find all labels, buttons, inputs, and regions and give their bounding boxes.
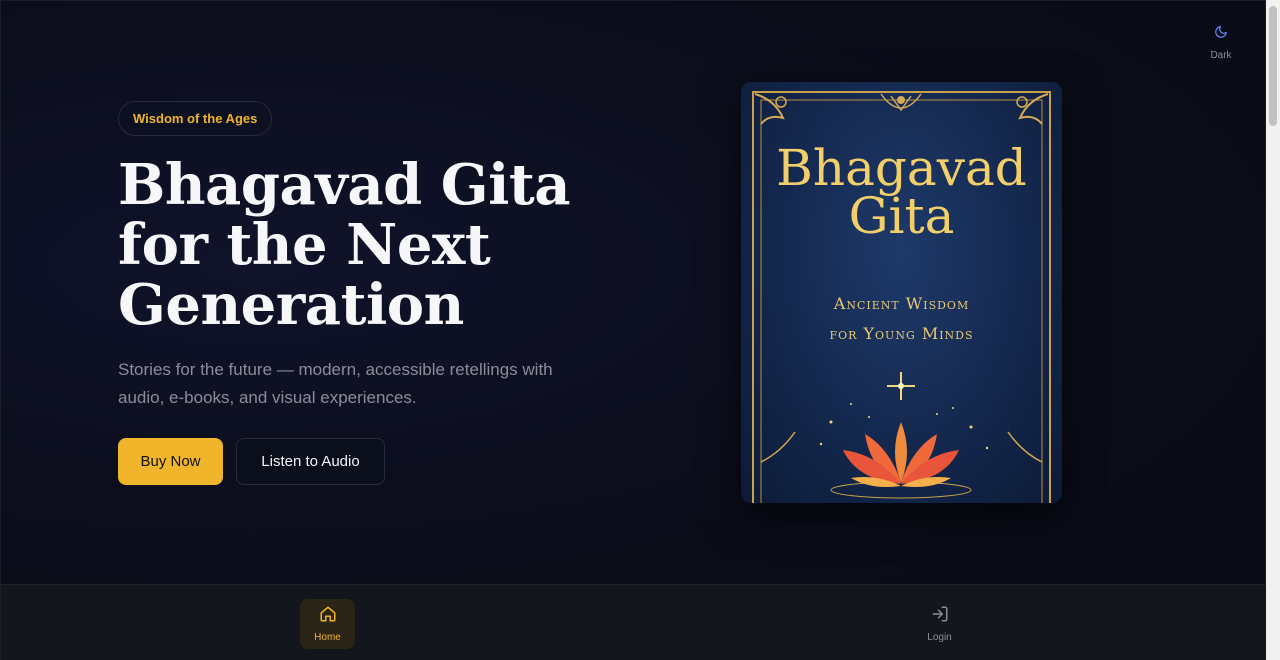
nav-item-home[interactable]: Home bbox=[300, 599, 355, 649]
nav-label-home: Home bbox=[314, 632, 341, 643]
moon-icon bbox=[1214, 25, 1228, 44]
cover-title: Bhagavad Gita bbox=[741, 139, 1062, 245]
cover-subtitle: Ancient Wisdom for Young Minds bbox=[741, 289, 1062, 349]
cover-subtitle-line-2: for Young Minds bbox=[829, 324, 974, 343]
bottom-nav: Home Login bbox=[1, 584, 1267, 660]
listen-to-audio-button[interactable]: Listen to Audio bbox=[236, 438, 385, 485]
page: Dark Wisdom of the Ages Bhagavad Gita fo… bbox=[0, 0, 1267, 660]
nav-item-login[interactable]: Login bbox=[912, 599, 967, 649]
cover-subtitle-line-1: Ancient Wisdom bbox=[833, 294, 970, 313]
cover-title-line-1: Bhagavad bbox=[776, 139, 1027, 197]
hero-badge: Wisdom of the Ages bbox=[118, 101, 273, 136]
home-icon bbox=[319, 605, 337, 628]
scrollbar-thumb[interactable] bbox=[1269, 6, 1277, 126]
login-icon bbox=[931, 605, 949, 628]
theme-toggle-label: Dark bbox=[1210, 50, 1232, 61]
buy-now-button[interactable]: Buy Now bbox=[118, 438, 223, 485]
nav-label-login: Login bbox=[927, 632, 952, 643]
lotus-illustration bbox=[830, 422, 972, 499]
cover-title-line-2: Gita bbox=[848, 187, 955, 245]
hero-subtitle: Stories for the future — modern, accessi… bbox=[118, 360, 553, 407]
book-cover: Bhagavad Gita Ancient Wisdom for Young M… bbox=[741, 82, 1062, 503]
hero-title: Bhagavad Gita for the Next Generation bbox=[118, 152, 571, 338]
theme-toggle[interactable]: Dark bbox=[1201, 25, 1241, 69]
scrollbar[interactable] bbox=[1266, 0, 1280, 660]
